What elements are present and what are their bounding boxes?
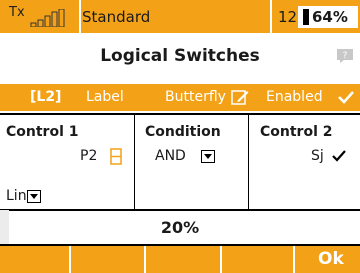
dropdown-arrow-icon[interactable] [201, 150, 215, 163]
model-name[interactable]: Standard [82, 8, 150, 26]
result-value: 20% [160, 218, 200, 237]
function-key-4[interactable] [222, 246, 295, 273]
control1-header: Control 1 [6, 124, 79, 140]
page-title: Logical Switches [100, 46, 260, 66]
curve-value[interactable]: Lin [6, 188, 27, 204]
edit-icon[interactable] [231, 88, 249, 106]
status-indicator [253, 13, 264, 24]
function-key-3[interactable] [146, 246, 222, 273]
column-divider [134, 113, 135, 211]
control-slider-icon [110, 148, 122, 165]
column-divider [248, 113, 249, 211]
condition-header: Condition [145, 124, 221, 140]
check-icon [332, 150, 346, 162]
battery-percent: 64% [312, 8, 348, 26]
switch-name[interactable]: Butterfly [165, 89, 226, 105]
status-separator [270, 0, 272, 33]
function-key-2[interactable] [71, 246, 146, 273]
ok-button-label: Ok [318, 249, 344, 269]
signal-strength-icon [30, 9, 65, 27]
tx-label: Tx [9, 5, 25, 20]
dropdown-arrow-icon[interactable] [27, 190, 41, 203]
control1-value[interactable]: P2 [80, 148, 97, 164]
enabled-label[interactable]: Enabled [266, 89, 323, 105]
check-icon[interactable] [337, 88, 355, 106]
control2-value[interactable]: Sj [311, 148, 324, 164]
condition-value[interactable]: AND [155, 148, 186, 164]
svg-text:?: ? [343, 51, 348, 61]
control2-header: Control 2 [260, 124, 333, 140]
switch-id: [L2] [30, 89, 62, 105]
function-key-1[interactable] [0, 246, 71, 273]
status-separator [79, 0, 81, 33]
help-icon[interactable]: ? [336, 48, 354, 64]
switch-label-field[interactable]: Label [86, 89, 124, 105]
